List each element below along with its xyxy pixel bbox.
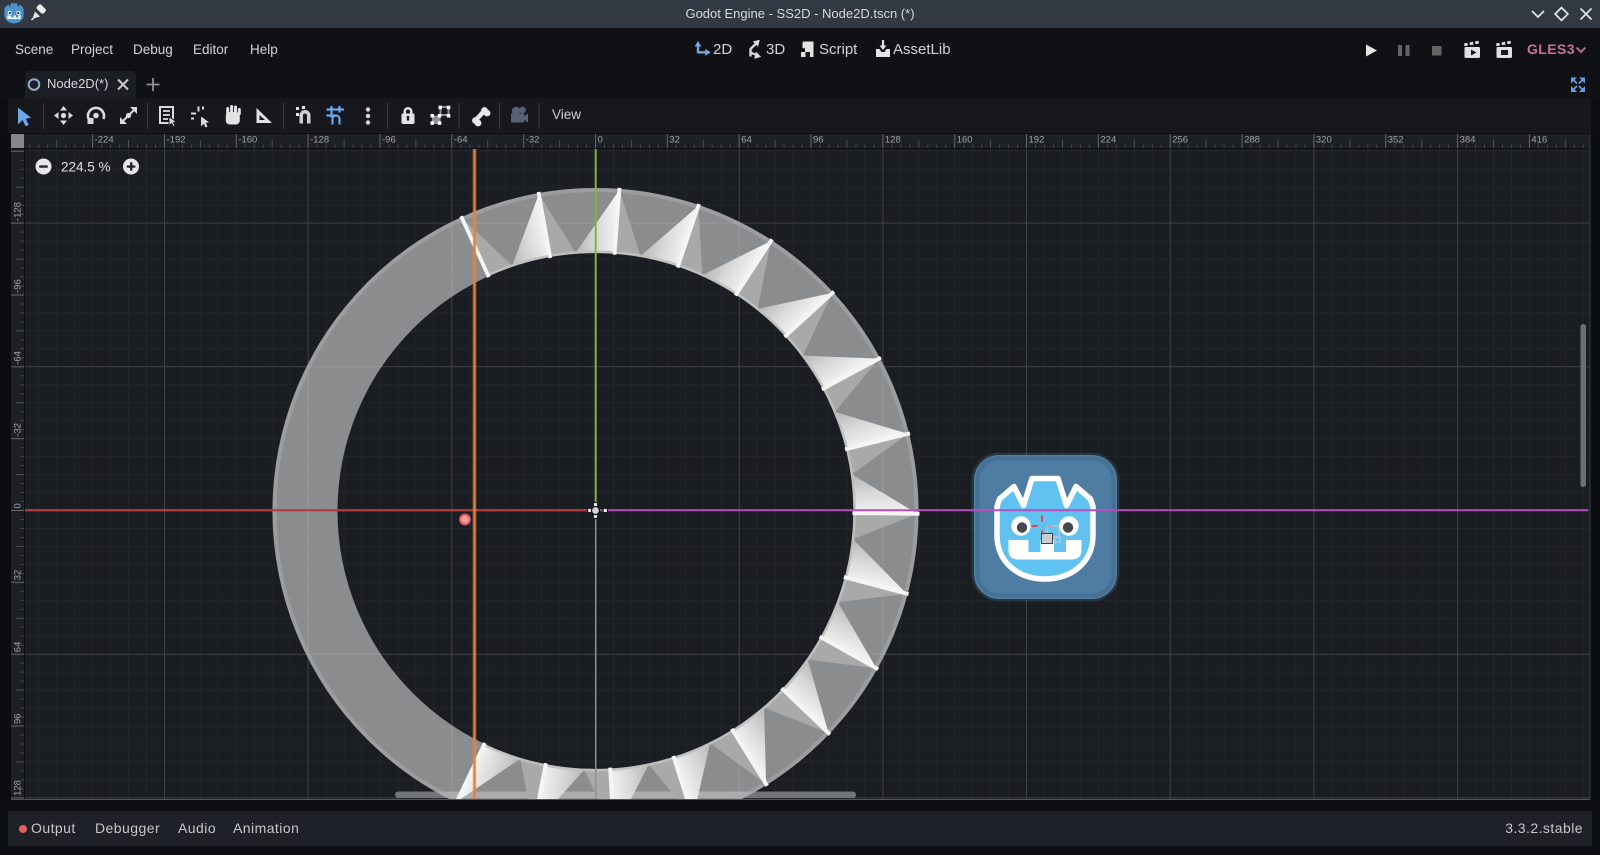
svg-text:128: 128 — [13, 780, 24, 796]
svg-text:64: 64 — [13, 642, 24, 653]
svg-text:-96: -96 — [13, 279, 24, 293]
svg-text:224: 224 — [1100, 135, 1116, 146]
svg-text:288: 288 — [1244, 135, 1260, 146]
svg-text:0: 0 — [598, 135, 603, 146]
svg-text:256: 256 — [1172, 135, 1188, 146]
svg-text:0: 0 — [13, 503, 24, 508]
svg-text:96: 96 — [13, 713, 24, 724]
svg-text:416: 416 — [1531, 135, 1547, 146]
svg-text:32: 32 — [669, 135, 680, 146]
svg-text:32: 32 — [13, 570, 24, 581]
svg-text:-128: -128 — [13, 202, 24, 221]
svg-text:-128: -128 — [310, 135, 329, 146]
svg-text:192: 192 — [1029, 135, 1045, 146]
svg-text:96: 96 — [813, 135, 824, 146]
svg-text:384: 384 — [1460, 135, 1476, 146]
svg-text:-64: -64 — [454, 135, 468, 146]
svg-text:-224: -224 — [95, 135, 114, 146]
svg-text:-192: -192 — [167, 135, 186, 146]
svg-text:160: 160 — [957, 135, 973, 146]
svg-text:352: 352 — [1388, 135, 1404, 146]
svg-text:-64: -64 — [13, 351, 24, 365]
svg-text:64: 64 — [741, 135, 752, 146]
svg-text:224.5 %: 224.5 % — [61, 160, 111, 175]
svg-text:-96: -96 — [382, 135, 396, 146]
svg-text:-160: -160 — [238, 135, 257, 146]
svg-text:320: 320 — [1316, 135, 1332, 146]
svg-text:128: 128 — [885, 135, 901, 146]
svg-text:-32: -32 — [526, 135, 540, 146]
svg-text:-32: -32 — [13, 423, 24, 437]
